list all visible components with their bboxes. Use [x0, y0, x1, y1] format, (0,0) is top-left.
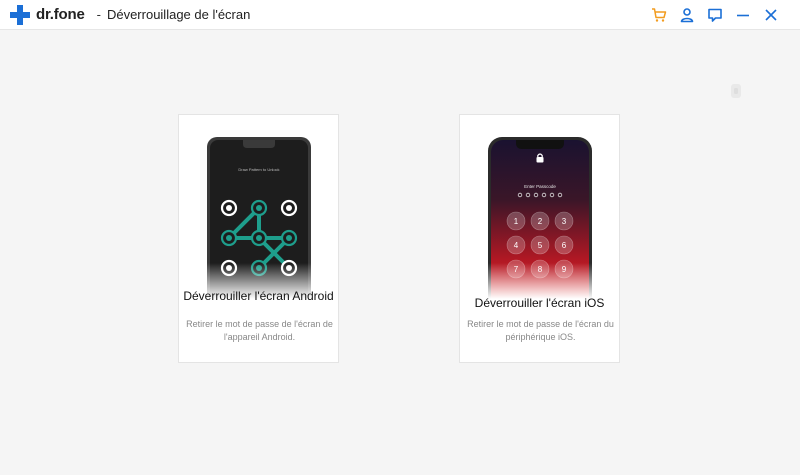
help-icon[interactable] — [728, 82, 744, 100]
minimize-button[interactable] — [732, 4, 754, 26]
account-button[interactable] — [676, 4, 698, 26]
minimize-icon — [737, 14, 749, 17]
drfone-cross-icon — [10, 4, 30, 25]
android-phone-illustration: Draw Pattern to Unlock — [205, 135, 313, 299]
feedback-icon — [708, 8, 722, 22]
close-button[interactable] — [760, 4, 782, 26]
feedback-button[interactable] — [704, 4, 726, 26]
cart-button[interactable] — [648, 4, 670, 26]
cart-icon — [652, 8, 667, 22]
user-icon — [680, 8, 694, 23]
ios-unlock-card[interactable]: Enter Passcode 123456789 Déverrouiller l… — [459, 114, 620, 363]
app-logo: dr.fone — [10, 4, 85, 25]
ios-card-title: Déverrouiller l'écran iOS — [474, 296, 605, 310]
iphone-illustration: Enter Passcode 123456789 — [486, 135, 594, 299]
logo-text: dr.fone — [36, 6, 85, 23]
ios-card-description: Retirer le mot de passe de l'écran du pé… — [467, 319, 614, 342]
title-separator: - — [96, 7, 101, 22]
title-bar: dr.fone - Déverrouillage de l'écran — [0, 0, 800, 30]
close-icon — [765, 9, 777, 21]
window-title: Déverrouillage de l'écran — [106, 7, 251, 22]
android-card-title: Déverrouiller l'écran Android — [183, 289, 334, 303]
window-controls — [642, 0, 782, 30]
android-unlock-card[interactable]: Draw Pattern to Unlock — [178, 114, 339, 363]
android-card-description: Retirer le mot de passe de l'écran de l'… — [186, 319, 333, 342]
